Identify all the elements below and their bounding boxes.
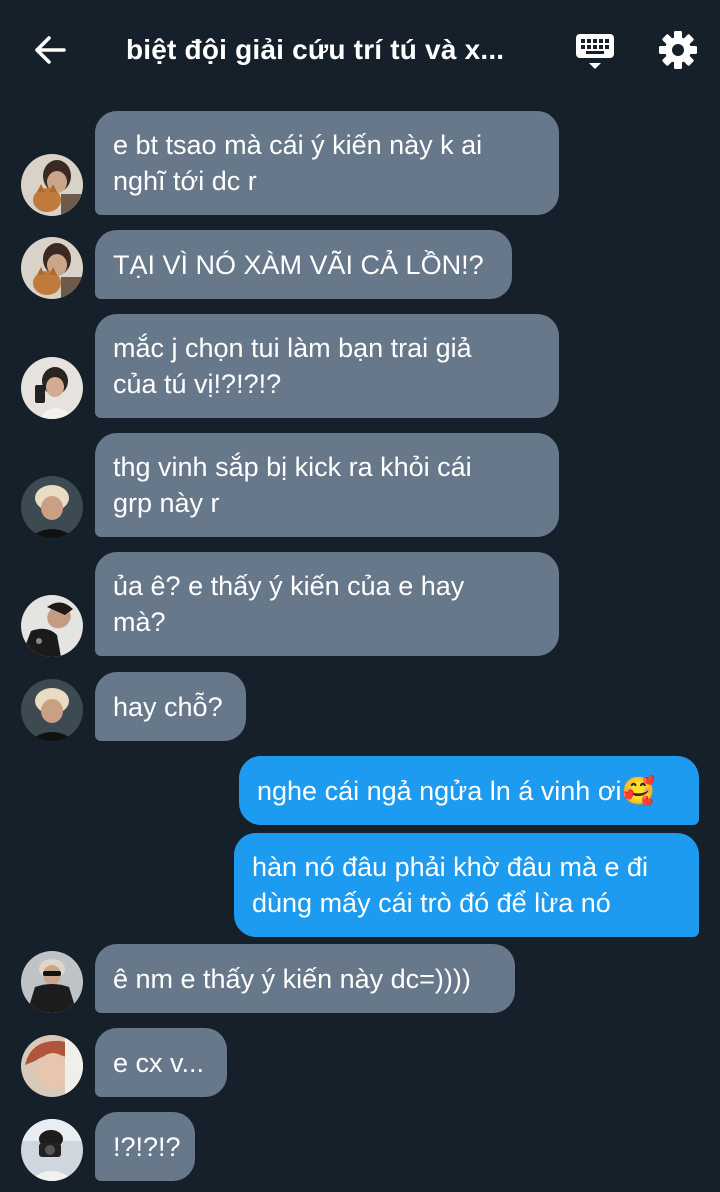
message-bubble[interactable]: hàn nó đâu phải khờ đâu mà e đi dùng mấy…: [234, 833, 699, 937]
keyboard-button[interactable]: [574, 28, 616, 72]
avatar-photo-icon: [21, 1035, 83, 1097]
avatar-photo-icon: [21, 357, 83, 419]
message-bubble[interactable]: nghe cái ngả ngửa ln á vinh ơi🥰: [239, 756, 699, 825]
avatar-photo-icon: [21, 679, 83, 741]
message-bubble[interactable]: TẠI VÌ NÓ XÀM VÃI CẢ LỒN!?: [95, 230, 512, 299]
back-button[interactable]: [30, 30, 70, 70]
chat-header: biệt đội giải cứu trí tú và x...: [0, 0, 720, 100]
avatar-mirror-selfie[interactable]: [21, 357, 83, 419]
arrow-left-icon: [35, 36, 66, 64]
avatar-tilted[interactable]: [21, 595, 83, 657]
avatar-photo-icon: [21, 951, 83, 1013]
settings-button[interactable]: [656, 28, 700, 72]
avatar-photo-icon: [21, 154, 83, 216]
gear-icon: [659, 31, 697, 69]
avatar-camera[interactable]: [21, 1119, 83, 1181]
avatar-redhair[interactable]: [21, 1035, 83, 1097]
message-bubble[interactable]: ê nm e thấy ý kiến này dc=)))): [95, 944, 515, 1013]
avatar-blond[interactable]: [21, 679, 83, 741]
avatar-photo-icon: [21, 237, 83, 299]
avatar-photo-icon: [21, 476, 83, 538]
chat-title[interactable]: biệt đội giải cứu trí tú và x...: [126, 30, 526, 70]
message-bubble[interactable]: thg vinh sắp bị kick ra khỏi cái grp này…: [95, 433, 559, 537]
message-bubble[interactable]: ủa ê? e thấy ý kiến của e hay mà?: [95, 552, 559, 656]
message-bubble[interactable]: mắc j chọn tui làm bạn trai giả của tú v…: [95, 314, 559, 418]
avatar-cat-boy[interactable]: [21, 154, 83, 216]
avatar-cat-boy[interactable]: [21, 237, 83, 299]
keyboard-icon: [576, 34, 614, 69]
message-bubble[interactable]: hay chỗ?: [95, 672, 246, 741]
message-bubble[interactable]: !?!?!?: [95, 1112, 195, 1181]
message-bubble[interactable]: e bt tsao mà cái ý kiến này k ai nghĩ tớ…: [95, 111, 559, 215]
avatar-photo-icon: [21, 595, 83, 657]
avatar-blond[interactable]: [21, 476, 83, 538]
avatar-sunglasses[interactable]: [21, 951, 83, 1013]
avatar-photo-icon: [21, 1119, 83, 1181]
message-bubble[interactable]: e cx v...: [95, 1028, 227, 1097]
